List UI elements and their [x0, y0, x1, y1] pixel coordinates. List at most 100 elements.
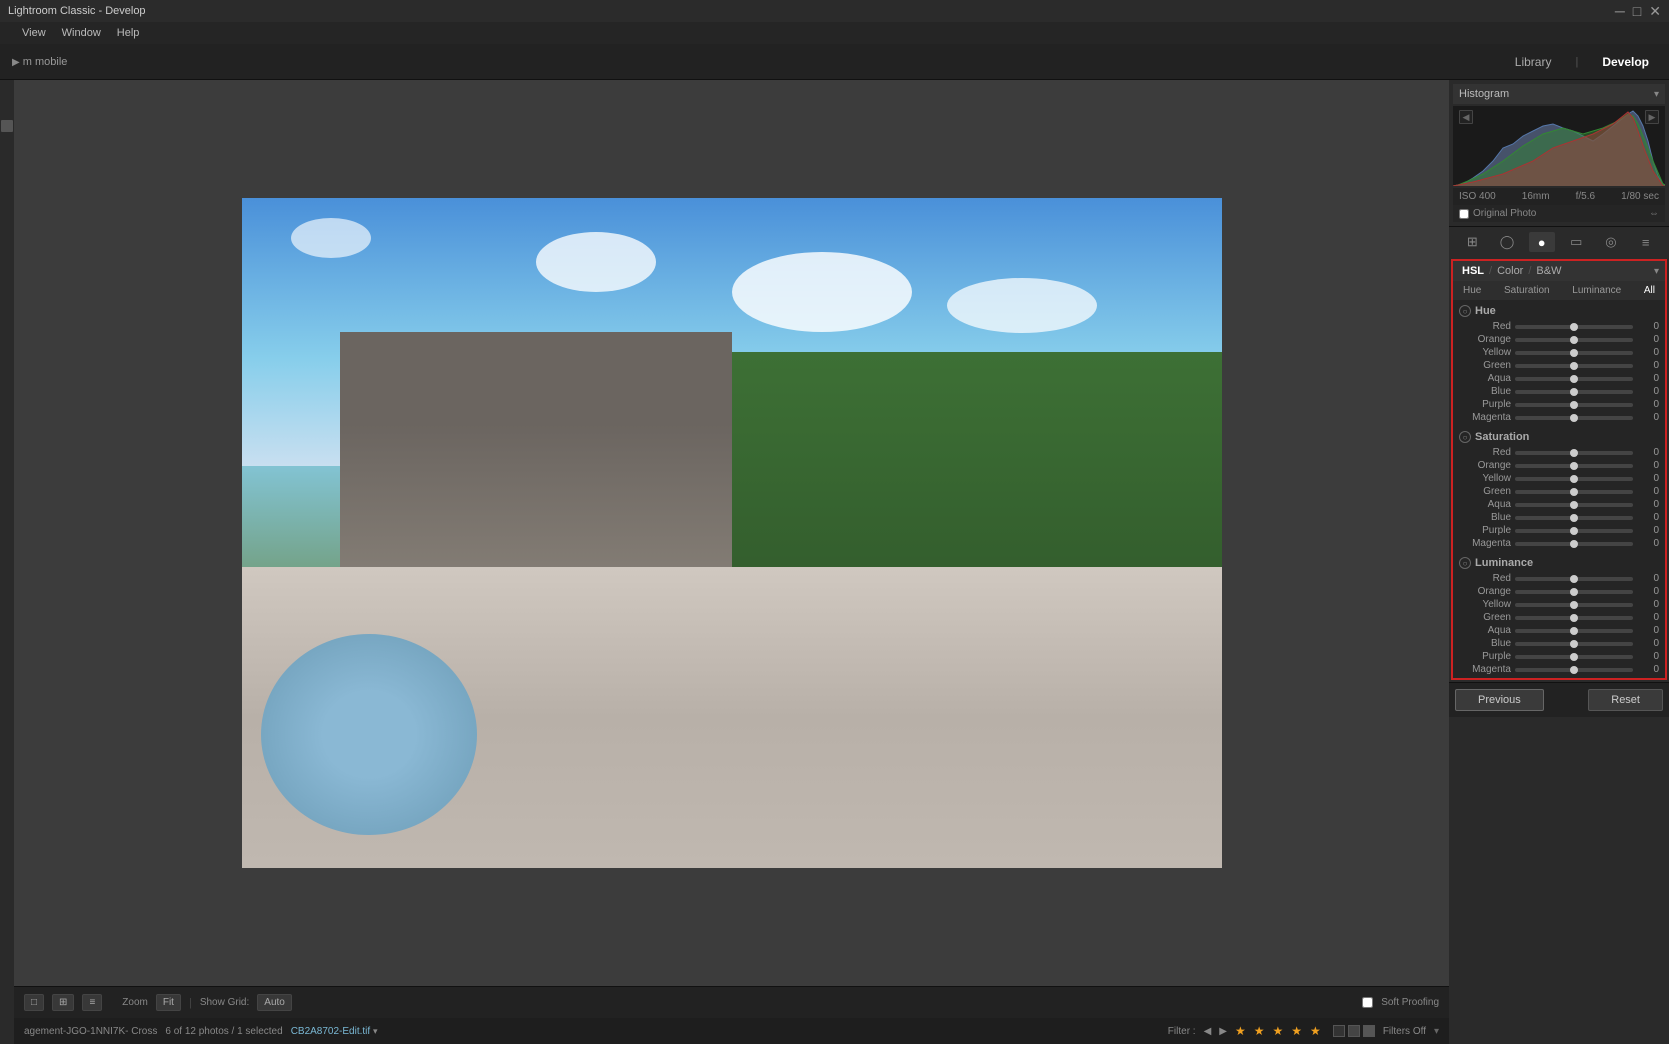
original-photo-checkbox[interactable]	[1459, 209, 1469, 219]
subtab-luminance[interactable]: Luminance	[1568, 284, 1625, 297]
slider-track-yellow[interactable]	[1515, 351, 1633, 355]
slider-track-yellow[interactable]	[1515, 477, 1633, 481]
slider-thumb-aqua[interactable]	[1570, 627, 1578, 635]
slider-track-red[interactable]	[1515, 451, 1633, 455]
tool-redeye[interactable]: ●	[1529, 232, 1555, 252]
color-label-2[interactable]	[1348, 1025, 1360, 1037]
star-3[interactable]: ★	[1273, 1024, 1284, 1038]
tool-graduated[interactable]: ▭	[1563, 232, 1589, 252]
clip-highlight[interactable]: ▶	[1645, 110, 1659, 124]
slider-track-green[interactable]	[1515, 490, 1633, 494]
left-panel-add[interactable]	[1, 120, 13, 132]
slider-thumb-aqua[interactable]	[1570, 501, 1578, 509]
develop-nav[interactable]: Develop	[1594, 52, 1657, 72]
slider-thumb-aqua[interactable]	[1570, 375, 1578, 383]
slider-track-purple[interactable]	[1515, 403, 1633, 407]
slider-track-orange[interactable]	[1515, 464, 1633, 468]
previous-button[interactable]: Previous	[1455, 689, 1544, 711]
close-icon[interactable]: ✕	[1649, 3, 1661, 20]
slider-thumb-yellow[interactable]	[1570, 475, 1578, 483]
slider-thumb-orange[interactable]	[1570, 336, 1578, 344]
clip-shadow[interactable]: ◀	[1459, 110, 1473, 124]
slider-thumb-red[interactable]	[1570, 323, 1578, 331]
slider-track-red[interactable]	[1515, 325, 1633, 329]
slider-track-aqua[interactable]	[1515, 377, 1633, 381]
hue-toggle[interactable]: ○	[1459, 305, 1471, 317]
filename-dropdown[interactable]: ▾	[373, 1026, 378, 1036]
fit-button[interactable]: Fit	[156, 994, 181, 1011]
view-btn-3[interactable]: ≡	[82, 994, 102, 1011]
slider-thumb-magenta[interactable]	[1570, 666, 1578, 674]
titlebar-controls[interactable]: ─ □ ✕	[1615, 3, 1661, 20]
slider-track-magenta[interactable]	[1515, 542, 1633, 546]
slider-track-purple[interactable]	[1515, 529, 1633, 533]
slider-thumb-magenta[interactable]	[1570, 540, 1578, 548]
tool-spot[interactable]: ◯	[1494, 232, 1520, 252]
slider-track-orange[interactable]	[1515, 338, 1633, 342]
filename[interactable]: CB2A8702-Edit.tif ▾	[291, 1026, 378, 1037]
slider-track-magenta[interactable]	[1515, 668, 1633, 672]
minimize-icon[interactable]: ─	[1615, 3, 1625, 20]
auto-button[interactable]: Auto	[257, 994, 292, 1011]
subtab-hue[interactable]: Hue	[1459, 284, 1485, 297]
slider-thumb-green[interactable]	[1570, 362, 1578, 370]
hsl-tab-color[interactable]: Color	[1494, 264, 1526, 278]
filter-next[interactable]: ▶	[1219, 1026, 1227, 1037]
star-1[interactable]: ★	[1235, 1024, 1246, 1038]
color-label-1[interactable]	[1333, 1025, 1345, 1037]
reset-button[interactable]: Reset	[1588, 689, 1663, 711]
menu-view[interactable]: View	[22, 27, 46, 39]
soft-proofing-checkbox[interactable]	[1362, 997, 1373, 1008]
star-4[interactable]: ★	[1291, 1024, 1302, 1038]
hsl-panel-arrow[interactable]: ▾	[1654, 266, 1659, 277]
slider-track-purple[interactable]	[1515, 655, 1633, 659]
slider-thumb-blue[interactable]	[1570, 388, 1578, 396]
slider-thumb-blue[interactable]	[1570, 640, 1578, 648]
library-nav[interactable]: Library	[1507, 52, 1560, 72]
menu-help[interactable]: Help	[117, 27, 140, 39]
filters-off[interactable]: Filters Off	[1383, 1026, 1426, 1037]
slider-track-aqua[interactable]	[1515, 503, 1633, 507]
slider-track-blue[interactable]	[1515, 390, 1633, 394]
slider-track-aqua[interactable]	[1515, 629, 1633, 633]
slider-thumb-green[interactable]	[1570, 614, 1578, 622]
slider-thumb-orange[interactable]	[1570, 588, 1578, 596]
view-button[interactable]: □	[24, 994, 44, 1011]
slider-track-green[interactable]	[1515, 616, 1633, 620]
photo-compare-icon[interactable]: ⇔	[1649, 208, 1659, 219]
slider-thumb-purple[interactable]	[1570, 401, 1578, 409]
tool-brush[interactable]: ≡	[1633, 232, 1659, 252]
slider-thumb-orange[interactable]	[1570, 462, 1578, 470]
sat-toggle[interactable]: ○	[1459, 431, 1471, 443]
histogram-header[interactable]: Histogram ▾	[1453, 84, 1665, 104]
slider-track-blue[interactable]	[1515, 516, 1633, 520]
slider-track-green[interactable]	[1515, 364, 1633, 368]
slider-thumb-purple[interactable]	[1570, 653, 1578, 661]
slider-thumb-yellow[interactable]	[1570, 349, 1578, 357]
slider-track-orange[interactable]	[1515, 590, 1633, 594]
slider-track-blue[interactable]	[1515, 642, 1633, 646]
star-2[interactable]: ★	[1254, 1024, 1265, 1038]
slider-thumb-blue[interactable]	[1570, 514, 1578, 522]
view-btn-2[interactable]: ⊞	[52, 994, 74, 1011]
histogram-arrow[interactable]: ▾	[1654, 89, 1659, 100]
maximize-icon[interactable]: □	[1633, 3, 1641, 20]
lum-toggle[interactable]: ○	[1459, 557, 1471, 569]
filters-dropdown[interactable]: ▾	[1434, 1026, 1439, 1037]
subtab-saturation[interactable]: Saturation	[1500, 284, 1554, 297]
slider-thumb-red[interactable]	[1570, 449, 1578, 457]
menu-window[interactable]: Window	[62, 27, 101, 39]
hsl-tab-bw[interactable]: B&W	[1533, 264, 1564, 278]
slider-track-red[interactable]	[1515, 577, 1633, 581]
color-label-3[interactable]	[1363, 1025, 1375, 1037]
slider-thumb-magenta[interactable]	[1570, 414, 1578, 422]
tool-radial[interactable]: ◎	[1598, 232, 1624, 252]
slider-thumb-green[interactable]	[1570, 488, 1578, 496]
tool-crop[interactable]: ⊞	[1459, 232, 1485, 252]
filter-prev[interactable]: ◀	[1204, 1026, 1212, 1037]
slider-thumb-red[interactable]	[1570, 575, 1578, 583]
slider-thumb-yellow[interactable]	[1570, 601, 1578, 609]
slider-track-magenta[interactable]	[1515, 416, 1633, 420]
original-photo-check[interactable]: Original Photo	[1459, 208, 1536, 219]
slider-thumb-purple[interactable]	[1570, 527, 1578, 535]
